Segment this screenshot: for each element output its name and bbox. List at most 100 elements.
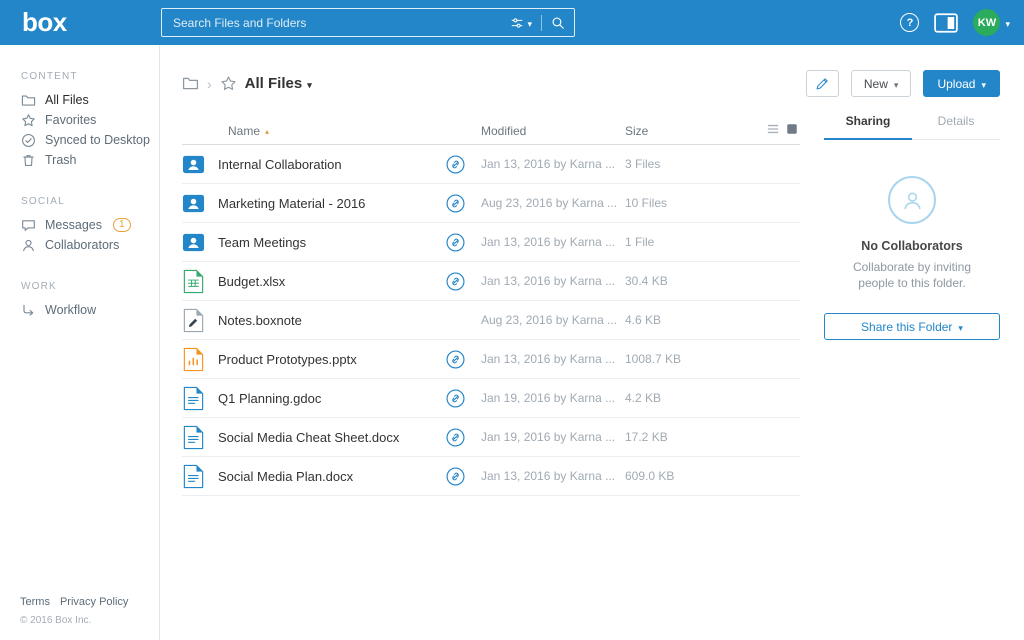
table-row[interactable]: Notes.boxnoteAug 23, 2016 by Karna ...4.…	[182, 301, 800, 340]
table-row[interactable]: Budget.xlsx Jan 13, 2016 by Karna ...30.4…	[182, 262, 800, 301]
trash-icon	[21, 153, 36, 168]
list-view-button[interactable]	[767, 123, 779, 135]
excel-file-icon	[182, 269, 218, 294]
shared-link-icon[interactable]	[437, 389, 473, 408]
file-name[interactable]: Product Prototypes.pptx	[218, 352, 437, 367]
file-name[interactable]: Social Media Plan.docx	[218, 469, 437, 484]
search-filter-icon[interactable]	[510, 16, 524, 30]
table-row[interactable]: Team MeetingsJan 13, 2016 by Karna ...1 …	[182, 223, 800, 262]
search-input[interactable]	[173, 16, 510, 30]
share-folder-button[interactable]: Share this Folder	[824, 313, 1000, 340]
panel-toggle-button[interactable]	[934, 13, 958, 33]
table-row[interactable]: Product Prototypes.pptxJan 13, 2016 by K…	[182, 340, 800, 379]
collaborator-person-icon	[888, 176, 936, 224]
sidebar-item-label: Collaborators	[45, 238, 119, 252]
sidebar-item-workflow[interactable]: Workflow	[0, 300, 159, 320]
file-size: 609.0 KB	[621, 469, 800, 483]
file-table-header: Name Modified Size	[182, 118, 800, 145]
sidebar-section: WORKWorkflow	[0, 281, 159, 320]
word-file-icon	[182, 464, 218, 489]
file-name[interactable]: Q1 Planning.gdoc	[218, 391, 437, 406]
pen-icon	[815, 76, 830, 91]
file-size: 10 Files	[621, 196, 800, 210]
chevron-down-icon	[527, 14, 532, 32]
search-icon[interactable]	[551, 16, 565, 30]
sidebar-item-synced-to-desktop[interactable]: Synced to Desktop	[0, 130, 159, 150]
divider	[541, 15, 542, 31]
shared-link-icon[interactable]	[437, 194, 473, 213]
gdoc-file-icon	[182, 386, 218, 411]
sidebar-item-collaborators[interactable]: Collaborators	[0, 235, 159, 255]
tab-details[interactable]: Details	[912, 114, 1000, 139]
file-modified: Aug 23, 2016 by Karna ...	[473, 196, 621, 210]
terms-link[interactable]: Terms	[20, 596, 50, 608]
file-modified: Jan 13, 2016 by Karna ...	[473, 274, 621, 288]
file-size: 1008.7 KB	[621, 352, 800, 366]
share-folder-label: Share this Folder	[861, 320, 952, 334]
upload-button[interactable]: Upload	[923, 70, 1000, 97]
tab-sharing[interactable]: Sharing	[824, 114, 912, 140]
grid-view-icon	[786, 123, 798, 135]
sidebar-item-favorites[interactable]: Favorites	[0, 110, 159, 130]
breadcrumb-folder-icon[interactable]	[182, 75, 199, 92]
grid-view-button[interactable]	[786, 123, 798, 135]
pen-button[interactable]	[806, 70, 839, 97]
folder-icon	[21, 93, 36, 108]
avatar[interactable]: KW	[973, 9, 1000, 36]
table-row[interactable]: Social Media Cheat Sheet.docx Jan 19, 201…	[182, 418, 800, 457]
star-icon	[21, 113, 36, 128]
file-name[interactable]: Internal Collaboration	[218, 157, 437, 172]
favorite-star-icon[interactable]	[220, 75, 237, 92]
sidebar-item-label: Favorites	[45, 113, 96, 127]
file-name[interactable]: Team Meetings	[218, 235, 437, 250]
privacy-policy-link[interactable]: Privacy Policy	[60, 596, 128, 608]
sidebar-section-title: SOCIAL	[0, 196, 159, 207]
table-row[interactable]: Internal Collaboration Jan 13, 2016 by Ka…	[182, 145, 800, 184]
sidebar-item-label: Messages	[45, 218, 102, 232]
account-menu[interactable]: KW	[973, 9, 1010, 36]
breadcrumb-current[interactable]: All Files	[245, 75, 312, 92]
shared-link-icon[interactable]	[437, 155, 473, 174]
sidebar-item-trash[interactable]: Trash	[0, 150, 159, 170]
collaborators-empty-state: No Collaborators Collaborate by inviting…	[824, 176, 1000, 340]
sidebar-section: SOCIAL Messages1 Collaborators	[0, 196, 159, 255]
column-header-modified[interactable]: Modified	[473, 124, 621, 138]
file-modified: Jan 19, 2016 by Karna ...	[473, 430, 621, 444]
message-icon	[21, 218, 36, 233]
sidebar-section: CONTENTAll FilesFavoritesSynced to Deskt…	[0, 71, 159, 170]
shared-link-icon[interactable]	[437, 233, 473, 252]
file-size: 4.6 KB	[621, 313, 800, 327]
sidebar-footer: Terms Privacy Policy © 2016 Box Inc.	[20, 596, 128, 626]
file-modified: Jan 13, 2016 by Karna ...	[473, 235, 621, 249]
sidebar-item-messages[interactable]: Messages1	[0, 215, 159, 235]
folder-file-icon	[182, 191, 218, 216]
chevron-down-icon	[981, 77, 986, 91]
file-size: 30.4 KB	[621, 274, 800, 288]
shared-link-icon[interactable]	[437, 428, 473, 447]
file-table: Name Modified Size Internal Collaboratio…	[182, 118, 800, 496]
chevron-down-icon	[894, 77, 899, 91]
folder-file-icon	[182, 230, 218, 255]
view-toggles	[767, 123, 798, 135]
file-name[interactable]: Notes.boxnote	[218, 313, 437, 328]
file-name[interactable]: Marketing Material - 2016	[218, 196, 437, 211]
table-row[interactable]: Q1 Planning.gdocJan 19, 2016 by Karna ..…	[182, 379, 800, 418]
new-button[interactable]: New	[851, 70, 912, 97]
shared-link-icon[interactable]	[437, 272, 473, 291]
chevron-down-icon[interactable]	[1005, 14, 1010, 32]
file-size: 3 Files	[621, 157, 800, 171]
sidebar-item-all-files[interactable]: All Files	[0, 90, 159, 110]
file-name[interactable]: Social Media Cheat Sheet.docx	[218, 430, 437, 445]
shared-link-icon[interactable]	[437, 350, 473, 369]
shared-link-icon[interactable]	[437, 467, 473, 486]
panel-icon	[934, 13, 958, 33]
help-button[interactable]	[900, 13, 919, 32]
file-name[interactable]: Budget.xlsx	[218, 274, 437, 289]
table-row[interactable]: Social Media Plan.docxJan 13, 2016 by Ka…	[182, 457, 800, 496]
table-row[interactable]: Marketing Material - 2016 Aug 23, 2016 by…	[182, 184, 800, 223]
new-button-label: New	[864, 77, 888, 91]
folder-file-icon	[182, 152, 218, 177]
file-modified: Jan 13, 2016 by Karna ...	[473, 157, 621, 171]
column-header-name[interactable]: Name	[218, 124, 437, 138]
word-file-icon	[182, 425, 218, 450]
